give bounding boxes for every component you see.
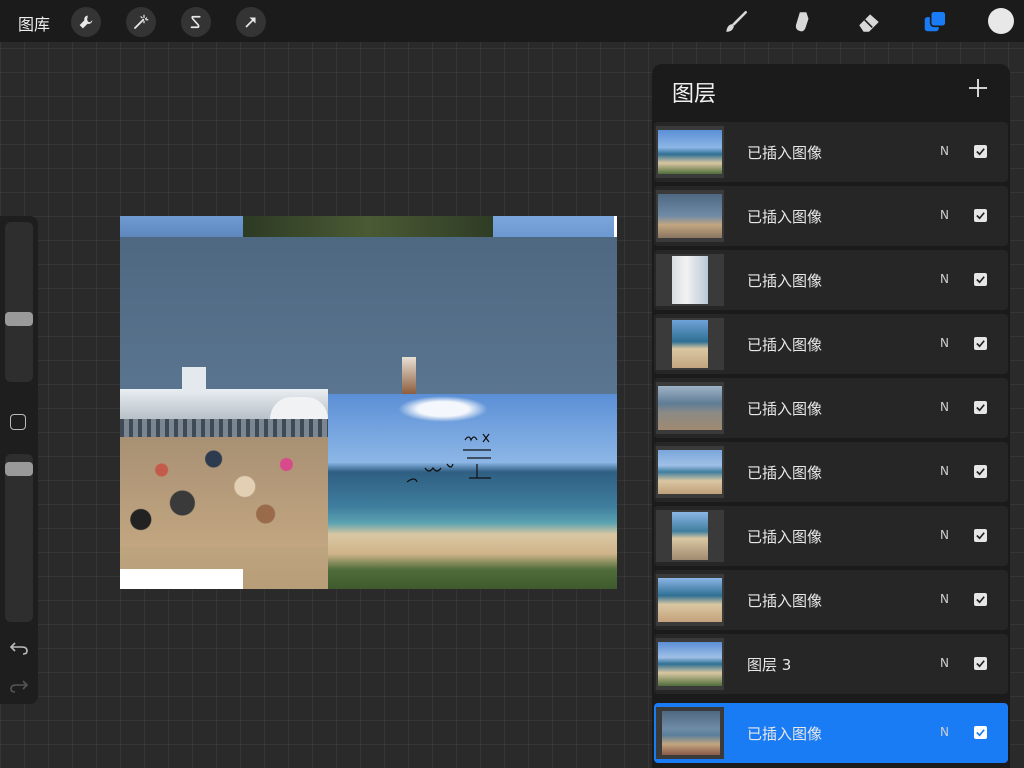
layer-thumbnail [656,382,724,434]
visibility-checkbox[interactable] [974,337,987,350]
blend-mode-button[interactable]: N [940,528,949,542]
visibility-checkbox[interactable] [974,593,987,606]
visibility-checkbox[interactable] [974,465,987,478]
smudge-icon [795,12,809,32]
plus-icon[interactable] [966,76,990,100]
checkmark-icon [976,212,985,220]
handwriting-annotation [406,433,491,483]
top-toolbar: 图库 [0,0,1024,42]
layer-row-active[interactable]: 已插入图像 N [654,703,1008,763]
layer-row[interactable]: 图层 3 N [654,634,1008,694]
layer-thumbnail [656,510,724,562]
layer-row[interactable]: 已插入图像 N [654,122,1008,182]
checkmark-icon [976,729,985,737]
blend-mode-button[interactable]: N [940,208,949,222]
modify-button[interactable] [10,414,26,430]
layer-thumbnail [656,638,724,690]
selection-button[interactable] [181,7,211,37]
color-picker-button[interactable] [988,8,1014,34]
photo-strip-trees [243,216,493,237]
layer-row[interactable]: 已插入图像 N [654,506,1008,566]
opacity-slider[interactable] [5,454,33,622]
layer-name: 图层 3 [747,656,792,674]
arrow-cursor-icon [245,17,256,28]
layers-icon [923,10,947,33]
layer-name: 已插入图像 [747,208,823,226]
magic-wand-icon [134,14,149,29]
layer-thumbnail [656,707,724,759]
layers-panel-title: 图层 [672,82,717,107]
left-sidebar [0,216,38,704]
brush-size-slider[interactable] [5,222,33,382]
layers-button[interactable] [921,8,949,36]
visibility-checkbox[interactable] [974,209,987,222]
visibility-checkbox[interactable] [974,273,987,286]
blend-mode-button[interactable]: N [940,656,949,670]
layer-thumbnail [656,574,724,626]
visibility-checkbox[interactable] [974,657,987,670]
layer-name: 已插入图像 [747,528,823,546]
checkmark-icon [976,596,985,604]
layer-name: 已插入图像 [747,464,823,482]
wrench-icon [79,15,93,29]
undo-icon[interactable] [9,638,29,658]
checkmark-icon [976,532,985,540]
brush-size-thumb[interactable] [5,312,33,326]
blend-mode-button[interactable]: N [940,272,949,286]
redo-icon[interactable] [9,676,29,696]
sea-beach-photo [328,394,617,589]
checkmark-icon [976,148,985,156]
layer-thumbnail [656,318,724,370]
brush-icon [726,10,748,32]
checkmark-icon [976,340,985,348]
layers-panel: 图层 已插入图像 N 已插入图像 N 已插入图像 N 已插入图像 N 已插入图像… [652,64,1010,768]
selection-s-icon [190,15,201,29]
layer-name: 已插入图像 [747,725,823,743]
blend-mode-button[interactable]: N [940,400,949,414]
blend-mode-button[interactable]: N [940,464,949,478]
eraser-icon [859,14,879,32]
layer-row[interactable]: 已插入图像 N [654,570,1008,630]
layer-thumbnail [656,126,724,178]
layer-name: 已插入图像 [747,400,823,418]
layer-row[interactable]: 已插入图像 N [654,378,1008,438]
checkmark-icon [976,404,985,412]
checkmark-icon [976,468,985,476]
gallery-button[interactable]: 图库 [18,11,50,35]
smudge-button[interactable] [788,8,816,36]
actions-button[interactable] [71,7,101,37]
layer-name: 已插入图像 [747,336,823,354]
layer-name: 已插入图像 [747,144,823,162]
layer-thumbnail [656,190,724,242]
blend-mode-button[interactable]: N [940,144,949,158]
visibility-checkbox[interactable] [974,401,987,414]
layer-name: 已插入图像 [747,592,823,610]
opacity-thumb[interactable] [5,462,33,476]
visibility-checkbox[interactable] [974,529,987,542]
brush-button[interactable] [722,8,750,36]
adjustments-button[interactable] [126,7,156,37]
blend-mode-button[interactable]: N [940,725,949,739]
drawing-canvas[interactable] [120,216,617,589]
blend-mode-button[interactable]: N [940,336,949,350]
blend-mode-button[interactable]: N [940,592,949,606]
photo-strip-right [493,216,614,237]
layer-thumbnail [656,446,724,498]
checkmark-icon [976,276,985,284]
layer-row[interactable]: 已插入图像 N [654,186,1008,246]
photo-strip-left [120,216,243,237]
eraser-button[interactable] [855,8,883,36]
layer-name: 已插入图像 [747,272,823,290]
visibility-checkbox[interactable] [974,726,987,739]
transform-button[interactable] [236,7,266,37]
layer-row[interactable]: 已插入图像 N [654,250,1008,310]
layer-row[interactable]: 已插入图像 N [654,314,1008,374]
checkmark-icon [976,660,985,668]
layer-thumbnail [656,254,724,306]
visibility-checkbox[interactable] [974,145,987,158]
layer-row[interactable]: 已插入图像 N [654,442,1008,502]
